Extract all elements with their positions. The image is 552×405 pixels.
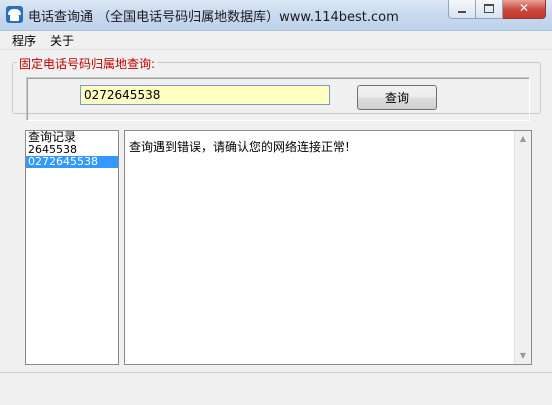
scroll-down-arrow-icon[interactable]: ▼ bbox=[515, 348, 531, 364]
history-list[interactable]: 查询记录 2645538 0272645538 bbox=[25, 130, 119, 365]
query-button[interactable]: 查询 bbox=[357, 85, 437, 110]
maximize-icon bbox=[484, 4, 494, 13]
phone-app-icon bbox=[6, 6, 23, 23]
result-scrollbar[interactable]: ▲ ▼ bbox=[514, 131, 531, 364]
minimize-button[interactable] bbox=[448, 0, 476, 19]
status-bar bbox=[0, 372, 552, 393]
query-group-label: 固定电话号码归属地查询: bbox=[17, 55, 158, 72]
close-button[interactable]: ✕ bbox=[503, 0, 546, 19]
menu-program[interactable]: 程序 bbox=[9, 32, 39, 49]
menu-bar: 程序 关于 bbox=[0, 31, 552, 50]
result-message: 查询遇到错误，请确认您的网络连接正常! bbox=[129, 140, 350, 154]
close-icon: ✕ bbox=[518, 1, 530, 15]
menu-about[interactable]: 关于 bbox=[47, 32, 77, 49]
window-controls: ✕ bbox=[448, 0, 546, 20]
history-item-selected[interactable]: 0272645538 bbox=[26, 156, 118, 168]
phone-number-input[interactable] bbox=[80, 85, 330, 105]
result-textarea[interactable]: 查询遇到错误，请确认您的网络连接正常! ▲ ▼ bbox=[124, 130, 532, 365]
maximize-button[interactable] bbox=[476, 0, 503, 19]
minimize-icon bbox=[458, 11, 466, 13]
scroll-up-arrow-icon[interactable]: ▲ bbox=[515, 131, 531, 147]
window-title: 电话查询通 （全国电话号码归属地数据库）www.114best.com bbox=[28, 10, 399, 25]
title-bar[interactable]: 电话查询通 （全国电话号码归属地数据库）www.114best.com ✕ bbox=[0, 0, 552, 31]
